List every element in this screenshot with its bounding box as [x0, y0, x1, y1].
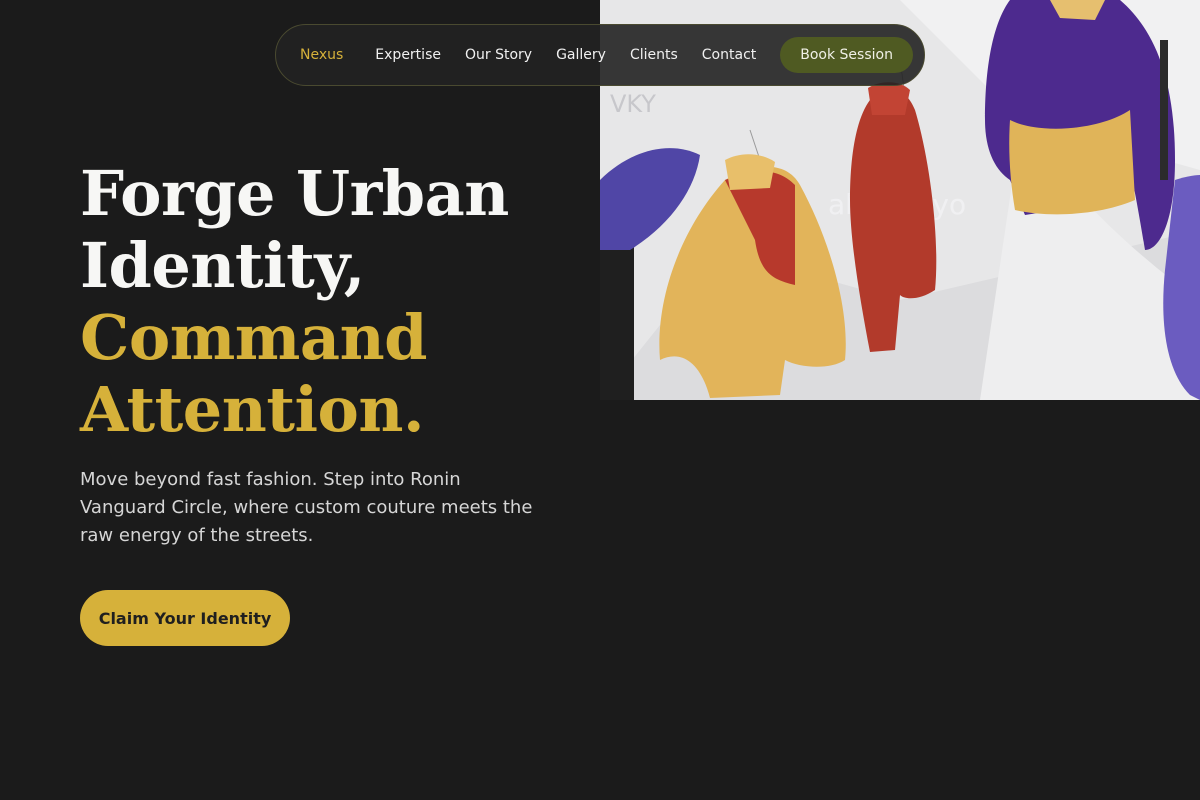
main-navigation: Nexus Expertise Our Story Gallery Client… — [275, 24, 925, 86]
headline-line-2: Identity, — [80, 229, 365, 302]
photo-corner-text: VKY — [610, 90, 656, 118]
nav-link-contact[interactable]: Contact — [702, 47, 756, 63]
headline-line-4: Attention. — [80, 373, 425, 446]
nav-link-clients[interactable]: Clients — [630, 47, 678, 63]
hero-headline: Forge Urban Identity, Command Attention. — [80, 158, 580, 446]
nav-link-gallery[interactable]: Gallery — [556, 47, 606, 63]
headline-line-3: Command — [80, 301, 428, 374]
nav-link-nexus[interactable]: Nexus — [300, 47, 343, 63]
headline-line-1: Forge Urban — [80, 157, 509, 230]
nav-link-our-story[interactable]: Our Story — [465, 47, 532, 63]
hero-description: Move beyond fast fashion. Step into Roni… — [80, 469, 533, 546]
nav-link-expertise[interactable]: Expertise — [375, 47, 441, 63]
book-session-button[interactable]: Book Session — [780, 37, 913, 73]
claim-identity-button[interactable]: Claim Your Identity — [80, 590, 290, 646]
